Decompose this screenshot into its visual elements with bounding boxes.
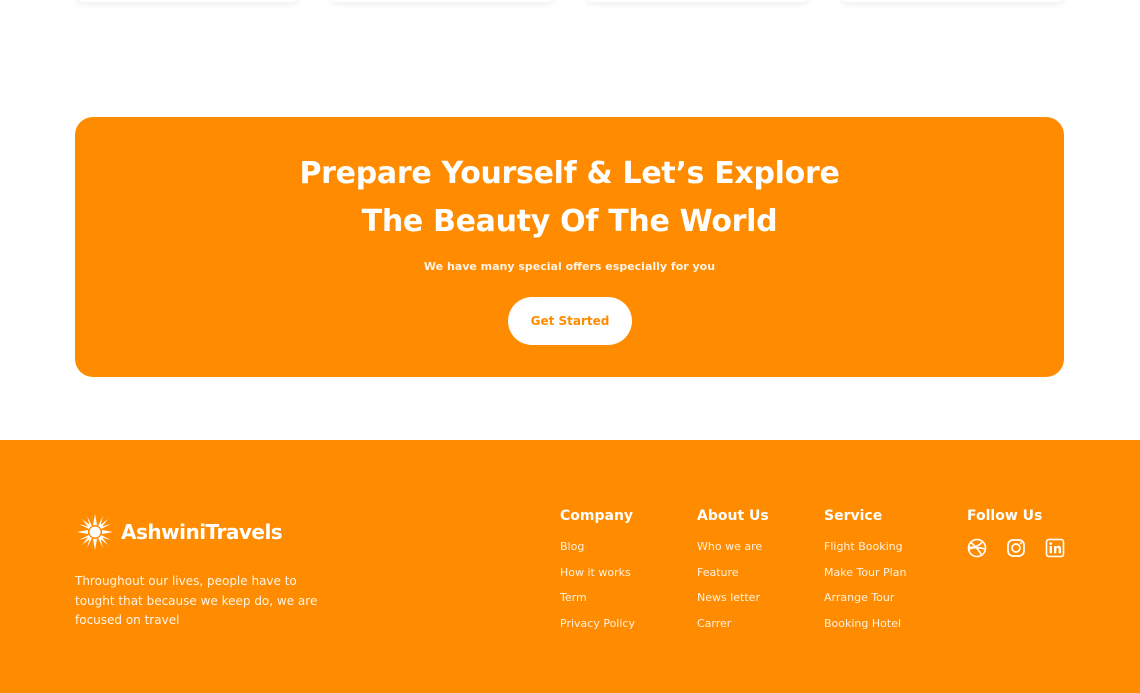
linkedin-icon[interactable] xyxy=(1045,538,1065,558)
card-edge xyxy=(330,0,555,2)
card-row-bottom-edge xyxy=(75,0,1065,2)
footer-column-service: Service Flight Booking Make Tour Plan Ar… xyxy=(824,508,906,642)
footer-link-make-tour-plan[interactable]: Make Tour Plan xyxy=(824,566,906,592)
footer-link-newsletter[interactable]: News letter xyxy=(697,591,769,617)
cta-title: Prepare Yourself & Let’s Explore The Bea… xyxy=(299,156,840,239)
social-links xyxy=(967,538,1065,558)
footer-link-arrange-tour[interactable]: Arrange Tour xyxy=(824,591,906,617)
instagram-icon[interactable] xyxy=(1006,538,1026,558)
footer: AshwiniTravels Throughout our lives, peo… xyxy=(0,440,1140,693)
column-title: Company xyxy=(560,508,634,524)
dribbble-icon[interactable] xyxy=(967,538,987,558)
brand-name: AshwiniTravels xyxy=(121,520,283,544)
footer-column-follow: Follow Us xyxy=(967,508,1065,558)
brand-description: Throughout our lives, people have to tou… xyxy=(75,574,318,627)
footer-column-about: About Us Who we are Feature News letter … xyxy=(697,508,769,642)
footer-link-booking-hotel[interactable]: Booking Hotel xyxy=(824,617,906,643)
footer-link-flight-booking[interactable]: Flight Booking xyxy=(824,540,906,566)
footer-link-privacy-policy[interactable]: Privacy Policy xyxy=(560,617,635,643)
column-title: Follow Us xyxy=(967,508,1043,524)
footer-link-career[interactable]: Carrer xyxy=(697,617,769,643)
footer-link-blog[interactable]: Blog xyxy=(560,540,635,566)
cta-subtitle: We have many special offers especially f… xyxy=(423,260,716,273)
cta-banner: Prepare Yourself & Let’s Explore The Bea… xyxy=(75,117,1064,377)
footer-link-how-it-works[interactable]: How it works xyxy=(560,566,635,592)
brand[interactable]: AshwiniTravels xyxy=(75,512,283,552)
footer-link-who-we-are[interactable]: Who we are xyxy=(697,540,769,566)
footer-link-feature[interactable]: Feature xyxy=(697,566,769,592)
get-started-button[interactable]: Get Started xyxy=(508,297,632,345)
column-title: Service xyxy=(824,508,883,524)
footer-column-company: Company Blog How it works Term Privacy P… xyxy=(560,508,635,642)
column-title: About Us xyxy=(697,508,769,524)
footer-link-term[interactable]: Term xyxy=(560,591,635,617)
card-edge xyxy=(840,0,1065,2)
card-edge xyxy=(75,0,300,2)
sun-logo-icon xyxy=(77,514,113,550)
card-edge xyxy=(585,0,810,2)
